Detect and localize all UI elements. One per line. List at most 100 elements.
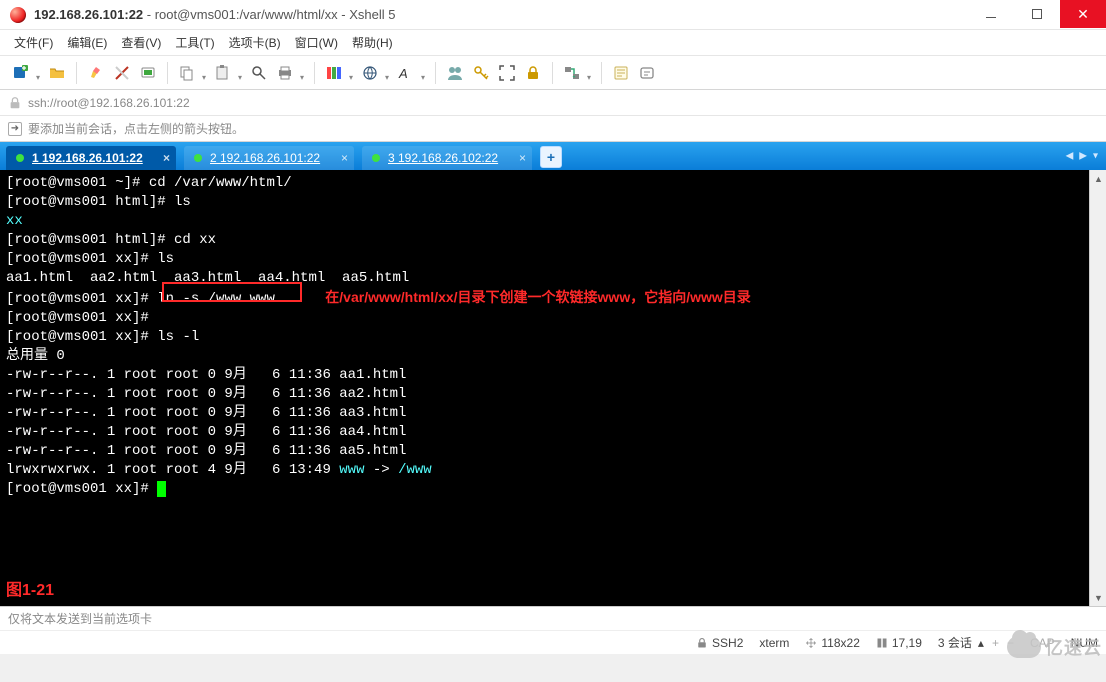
session-hint-text: 要添加当前会话，点击左侧的箭头按钮。 xyxy=(28,120,244,137)
toolbar-separator xyxy=(314,62,315,84)
title-main: 192.168.26.101:22 xyxy=(34,7,143,22)
address-bar[interactable]: ssh://root@192.168.26.101:22 xyxy=(0,90,1106,116)
session-hint-bar: ➜ 要添加当前会话，点击左侧的箭头按钮。 xyxy=(0,116,1106,142)
new-session-button[interactable] xyxy=(10,62,42,84)
color-scheme-menu[interactable] xyxy=(323,62,355,84)
window-controls: ✕ xyxy=(968,0,1106,29)
scroll-up-icon[interactable]: ▲ xyxy=(1090,170,1106,187)
scroll-down-icon[interactable]: ▼ xyxy=(1090,589,1106,606)
tab-close-icon[interactable]: × xyxy=(163,151,170,165)
prompt: [root@vms001 xx]# xyxy=(6,310,157,326)
tab-label: 3 192.168.26.102:22 xyxy=(388,151,498,165)
open-button[interactable] xyxy=(46,62,68,84)
encoding-menu[interactable] xyxy=(359,62,391,84)
menu-view[interactable]: 查看(V) xyxy=(121,34,161,51)
prompt: [root@vms001 xx]# xyxy=(6,251,157,267)
ls-row: -rw-r--r--. 1 root root 0 9月 6 11:36 aa5… xyxy=(6,443,406,459)
ls-row: -rw-r--r--. 1 root root 0 9月 6 11:36 aa3… xyxy=(6,405,406,421)
fullscreen-button[interactable] xyxy=(496,62,518,84)
compose-bar[interactable]: 仅将文本发送到当前选项卡 xyxy=(0,606,1106,630)
status-dot-icon xyxy=(16,154,24,162)
svg-text:A: A xyxy=(398,66,408,81)
script-button[interactable] xyxy=(610,62,632,84)
font-menu[interactable]: A xyxy=(395,62,427,84)
sessions-text: 3 会话 xyxy=(938,634,972,651)
cursor-text: 17,19 xyxy=(892,636,922,650)
status-bar: SSH2 xterm 118x22 17,19 3 会话 ▴ + − CAP N… xyxy=(0,630,1106,654)
status-size: 118x22 xyxy=(805,636,859,650)
ls-row: -rw-r--r--. 1 root root 0 9月 6 11:36 aa2… xyxy=(6,386,406,402)
toolbar-separator xyxy=(76,62,77,84)
menu-window[interactable]: 窗口(W) xyxy=(295,34,338,51)
terminal[interactable]: [root@vms001 ~]# cd /var/www/html/ [root… xyxy=(0,170,1089,606)
app-icon xyxy=(10,7,26,23)
menu-file[interactable]: 文件(F) xyxy=(14,34,53,51)
terminal-scrollbar[interactable]: ▲ ▼ xyxy=(1089,170,1106,606)
prompt: [root@vms001 xx]# xyxy=(6,291,157,307)
menu-tabs[interactable]: 选项卡(B) xyxy=(229,34,281,51)
lock-icon xyxy=(696,637,708,649)
tab-3[interactable]: 3 192.168.26.102:22 × xyxy=(362,146,532,170)
dir-name: xx xyxy=(6,213,23,229)
status-dot-icon xyxy=(372,154,380,162)
tab-nav-menu-icon[interactable]: ▾ xyxy=(1091,151,1100,162)
compose-button[interactable] xyxy=(636,62,658,84)
ls-row-link-pre: lrwxrwxrwx. 1 root root 4 9月 6 13:49 xyxy=(6,462,339,478)
toolbar-separator xyxy=(552,62,553,84)
toolbar-separator xyxy=(601,62,602,84)
tab-close-icon[interactable]: × xyxy=(341,151,348,165)
lock-button[interactable] xyxy=(522,62,544,84)
annotation: 在/var/www/html/xx/目录下创建一个软链接www，它指向/www目… xyxy=(325,289,751,305)
link-arrow: -> xyxy=(364,462,398,478)
maximize-button[interactable] xyxy=(1014,0,1060,28)
copy-menu[interactable] xyxy=(176,62,208,84)
cloud-icon xyxy=(1007,636,1041,658)
status-cursor: 17,19 xyxy=(876,636,922,650)
cmd: cd /var/www/html/ xyxy=(149,175,292,191)
window-title: 192.168.26.101:22 - root@vms001:/var/www… xyxy=(34,7,395,22)
paste-menu[interactable] xyxy=(212,62,244,84)
cmd: ls -l xyxy=(157,329,199,345)
compose-placeholder: 仅将文本发送到当前选项卡 xyxy=(8,610,152,627)
cursor xyxy=(157,481,166,497)
watermark: 亿速云 xyxy=(1007,634,1102,660)
users-button[interactable] xyxy=(444,62,466,84)
menu-help[interactable]: 帮助(H) xyxy=(352,34,393,51)
highlight-button[interactable] xyxy=(85,62,107,84)
size-icon xyxy=(805,637,817,649)
status-termtype: xterm xyxy=(759,636,789,650)
figure-label: 图1-21 xyxy=(6,581,54,600)
menu-tools[interactable]: 工具(T) xyxy=(175,34,214,51)
toolbar: A xyxy=(0,56,1106,90)
total-line: 总用量 0 xyxy=(6,348,65,364)
tab-label: 2 192.168.26.101:22 xyxy=(210,151,320,165)
ls-row: -rw-r--r--. 1 root root 0 9月 6 11:36 aa4… xyxy=(6,424,406,440)
status-sessions: 3 会话 ▴ + − xyxy=(938,634,1014,651)
cmd: ln -s /www www xyxy=(157,291,275,307)
print-menu[interactable] xyxy=(274,62,306,84)
menu-bar: 文件(F) 编辑(E) 查看(V) 工具(T) 选项卡(B) 窗口(W) 帮助(… xyxy=(0,30,1106,56)
add-session-icon[interactable]: ➜ xyxy=(8,122,22,136)
reconnect-button[interactable] xyxy=(137,62,159,84)
prompt: [root@vms001 xx]# xyxy=(6,329,157,345)
tab-nav: ◀ ▶ ▾ xyxy=(1064,151,1100,162)
terminal-area: [root@vms001 ~]# cd /var/www/html/ [root… xyxy=(0,170,1106,606)
menu-edit[interactable]: 编辑(E) xyxy=(67,34,107,51)
find-button[interactable] xyxy=(248,62,270,84)
link-name: www xyxy=(339,462,364,478)
close-button[interactable]: ✕ xyxy=(1060,0,1106,28)
minimize-button[interactable] xyxy=(968,0,1014,28)
prompt: [root@vms001 ~]# xyxy=(6,175,149,191)
tab-close-icon[interactable]: × xyxy=(519,151,526,165)
proto-text: SSH2 xyxy=(712,636,743,650)
tab-1[interactable]: 1 192.168.26.101:22 × xyxy=(6,146,176,170)
add-tab-button[interactable]: + xyxy=(540,146,562,168)
keys-button[interactable] xyxy=(470,62,492,84)
cmd: ls xyxy=(157,251,174,267)
tab-nav-left-icon[interactable]: ◀ xyxy=(1064,151,1076,162)
tab-strip: 1 192.168.26.101:22 × 2 192.168.26.101:2… xyxy=(0,142,1106,170)
tab-nav-right-icon[interactable]: ▶ xyxy=(1077,151,1089,162)
transfer-menu[interactable] xyxy=(561,62,593,84)
tab-2[interactable]: 2 192.168.26.101:22 × xyxy=(184,146,354,170)
disconnect-button[interactable] xyxy=(111,62,133,84)
